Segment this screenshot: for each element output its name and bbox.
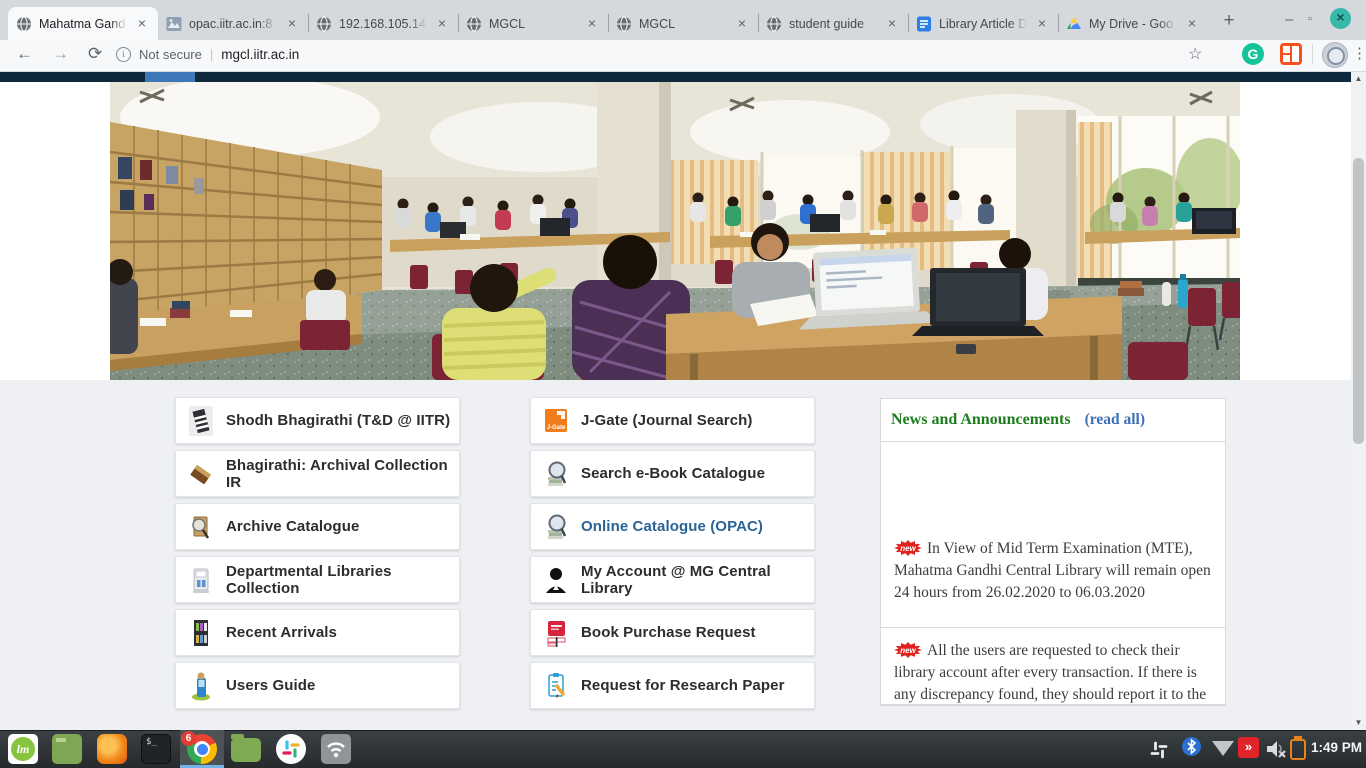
- tab-close-icon[interactable]: ×: [1034, 16, 1050, 32]
- archival-book-icon: [189, 459, 213, 489]
- forward-button[interactable]: →: [52, 44, 69, 64]
- show-desktop-button[interactable]: [52, 734, 82, 764]
- security-label: Not secure: [139, 47, 202, 62]
- site-nav-strip: [0, 72, 1351, 82]
- red-book-icon: [544, 618, 568, 648]
- tab-mgcl-1[interactable]: MGCL ×: [458, 7, 608, 40]
- scrollbar-thumb[interactable]: [1353, 158, 1364, 444]
- department-device-icon: [189, 565, 213, 595]
- button-shodh-bhagirathi[interactable]: Shodh Bhagirathi (T&D @ IITR): [175, 397, 460, 444]
- button-my-account[interactable]: My Account @ MG Central Library: [530, 556, 815, 603]
- button-users-guide[interactable]: Users Guide: [175, 662, 460, 709]
- thesis-stack-icon: [189, 406, 213, 436]
- scroll-up-arrow[interactable]: ▲: [1351, 72, 1366, 86]
- url-text[interactable]: mgcl.iitr.ac.in: [221, 47, 299, 62]
- wifi-tray-icon[interactable]: [1212, 741, 1234, 756]
- tab-close-icon[interactable]: ×: [284, 16, 300, 32]
- svg-text:new: new: [900, 544, 916, 553]
- svg-text:new: new: [900, 646, 916, 655]
- magnifier-books-icon: [544, 512, 568, 542]
- tab-close-icon[interactable]: ×: [1184, 16, 1200, 32]
- tab-close-icon[interactable]: ×: [584, 16, 600, 32]
- taskbar-clock[interactable]: 1:49 PM: [1311, 740, 1362, 755]
- file-manager-icon[interactable]: [231, 738, 261, 762]
- anydesk-icon[interactable]: »: [1238, 737, 1259, 758]
- clipboard-pencil-icon: [544, 671, 568, 701]
- news-item: newIn View of Mid Term Examination (MTE)…: [881, 442, 1225, 628]
- button-jgate[interactable]: J-Gate J-Gate (Journal Search): [530, 397, 815, 444]
- info-icon[interactable]: i: [116, 47, 131, 62]
- tab-close-icon[interactable]: ×: [134, 16, 150, 32]
- read-all-link[interactable]: (read all): [1085, 411, 1145, 429]
- magnifier-books-icon: [544, 459, 568, 489]
- terminal-icon[interactable]: $_: [141, 734, 171, 764]
- volume-muted-icon[interactable]: [1264, 738, 1288, 765]
- news-title: News and Announcements: [891, 411, 1071, 429]
- browser-menu-icon[interactable]: ⋮: [1352, 44, 1366, 62]
- tab-mahatma-gandhi[interactable]: Mahatma Gand ×: [8, 7, 158, 40]
- news-item: newAll the users are requested to check …: [881, 628, 1225, 705]
- tab-close-icon[interactable]: ×: [434, 16, 450, 32]
- bookshelf-icon: [189, 618, 213, 648]
- firefox-icon[interactable]: [97, 734, 127, 764]
- site-nav-active-segment: [145, 72, 195, 82]
- svg-text:J-Gate: J-Gate: [547, 425, 566, 431]
- button-search-ebook[interactable]: Search e-Book Catalogue: [530, 450, 815, 497]
- jgate-logo-icon: J-Gate: [544, 406, 568, 436]
- slack-tray-icon[interactable]: [1146, 737, 1172, 768]
- button-opac[interactable]: Online Catalogue (OPAC): [530, 503, 815, 550]
- globe-icon: [766, 16, 782, 32]
- browser-tab-bar: Mahatma Gand × opac.iitr.ac.in:8 × 192.1…: [0, 0, 1366, 40]
- button-research-paper[interactable]: Request for Research Paper: [530, 662, 815, 709]
- grammarly-extension-icon[interactable]: G: [1242, 43, 1264, 65]
- button-archive-catalogue[interactable]: Archive Catalogue: [175, 503, 460, 550]
- globe-icon: [466, 16, 482, 32]
- kiosk-icon: [189, 671, 213, 701]
- new-badge-icon: new: [894, 540, 922, 556]
- tab-close-icon[interactable]: ×: [884, 16, 900, 32]
- page-scrollbar[interactable]: ▲ ▼: [1351, 72, 1366, 730]
- reload-button[interactable]: ⟳: [88, 44, 102, 64]
- battery-icon[interactable]: [1290, 739, 1306, 760]
- slack-icon[interactable]: [276, 734, 306, 764]
- scroll-down-arrow[interactable]: ▼: [1351, 716, 1366, 730]
- bookmark-star-icon[interactable]: ☆: [1188, 44, 1202, 64]
- news-header: News and Announcements (read all): [881, 399, 1225, 442]
- tab-my-drive[interactable]: My Drive - Goo ×: [1058, 7, 1208, 40]
- document-icon: [916, 16, 932, 32]
- network-wifi-icon[interactable]: [321, 734, 351, 764]
- window-close-button[interactable]: ×: [1330, 8, 1351, 29]
- image-placeholder-icon: [166, 16, 182, 32]
- tab-close-icon[interactable]: ×: [734, 16, 750, 32]
- new-tab-button[interactable]: +: [1216, 9, 1242, 35]
- new-badge-icon: new: [894, 642, 922, 658]
- button-recent-arrivals[interactable]: Recent Arrivals: [175, 609, 460, 656]
- google-drive-icon: [1066, 16, 1082, 32]
- person-bust-icon: [544, 565, 568, 595]
- tab-mgcl-2[interactable]: MGCL ×: [608, 7, 758, 40]
- profile-avatar[interactable]: [1322, 42, 1348, 68]
- tab-192-168[interactable]: 192.168.105.14 ×: [308, 7, 458, 40]
- chrome-notification-badge: 6: [181, 731, 196, 746]
- tab-library-article[interactable]: Library Article D ×: [908, 7, 1058, 40]
- layout-extension-icon[interactable]: [1280, 43, 1302, 65]
- window-restore-button[interactable]: ▫: [1308, 13, 1312, 25]
- mint-menu-button[interactable]: lm: [8, 734, 38, 764]
- archive-book-magnifier-icon: [189, 512, 213, 542]
- globe-icon: [616, 16, 632, 32]
- globe-icon: [316, 16, 332, 32]
- address-bar[interactable]: i Not secure | mgcl.iitr.ac.in: [116, 47, 299, 62]
- bluetooth-icon[interactable]: [1182, 737, 1201, 756]
- button-departmental-libraries[interactable]: Departmental Libraries Collection: [175, 556, 460, 603]
- window-minimize-button[interactable]: –: [1285, 11, 1293, 28]
- tab-opac[interactable]: opac.iitr.ac.in:8 ×: [158, 7, 308, 40]
- back-button[interactable]: ←: [16, 44, 33, 64]
- globe-icon: [16, 16, 32, 32]
- library-photo: [110, 82, 1240, 380]
- button-book-purchase[interactable]: Book Purchase Request: [530, 609, 815, 656]
- button-bhagirathi-archival[interactable]: Bhagirathi: Archival Collection IR: [175, 450, 460, 497]
- news-panel: News and Announcements (read all) newIn …: [880, 398, 1226, 706]
- tab-student-guide[interactable]: student guide ×: [758, 7, 908, 40]
